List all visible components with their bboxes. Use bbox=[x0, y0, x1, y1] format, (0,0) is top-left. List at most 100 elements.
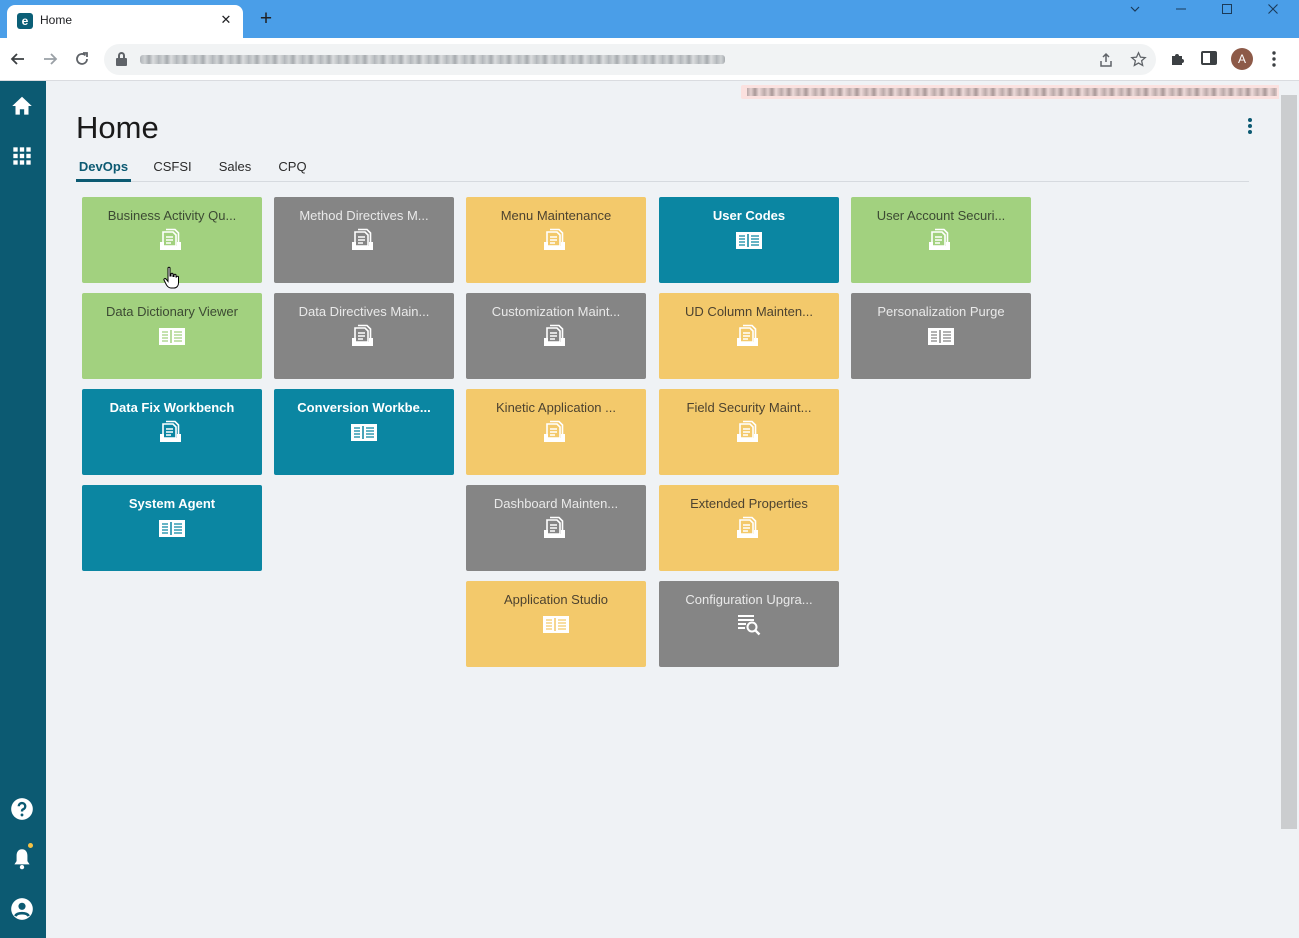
notifications-bell-icon[interactable] bbox=[9, 846, 35, 872]
book-icon bbox=[351, 424, 377, 441]
tile-dashboard-maintenance[interactable]: Dashboard Mainten... bbox=[466, 485, 646, 571]
tile-label: Business Activity Qu... bbox=[107, 208, 237, 223]
tile-extended-properties[interactable]: Extended Properties bbox=[659, 485, 839, 571]
lock-icon[interactable] bbox=[116, 52, 127, 66]
tile-data-directives-maintenance[interactable]: Data Directives Main... bbox=[274, 293, 454, 379]
documents-icon bbox=[352, 324, 373, 346]
browser-tab-title: Home bbox=[40, 13, 73, 27]
book-icon bbox=[159, 328, 185, 345]
account-icon[interactable] bbox=[9, 896, 35, 922]
tile-personalization-purge[interactable]: Personalization Purge bbox=[851, 293, 1031, 379]
side-panel-icon[interactable] bbox=[1201, 51, 1217, 65]
address-bar[interactable] bbox=[104, 44, 1156, 75]
tile-user-account-security[interactable]: User Account Securi... bbox=[851, 197, 1031, 283]
browser-titlebar: e Home ✕ + bbox=[0, 0, 1299, 38]
tile-system-agent[interactable]: System Agent bbox=[82, 485, 262, 571]
tile-configuration-upgrade[interactable]: Configuration Upgra... bbox=[659, 581, 839, 667]
documents-icon bbox=[349, 228, 379, 252]
book-icon bbox=[928, 328, 954, 345]
tile-menu-maintenance[interactable]: Menu Maintenance bbox=[466, 197, 646, 283]
documents-icon bbox=[737, 516, 758, 538]
extensions-puzzle-icon[interactable] bbox=[1168, 49, 1188, 69]
window-maximize-button[interactable] bbox=[1204, 0, 1250, 22]
tile-ud-column-maintenance[interactable]: UD Column Mainten... bbox=[659, 293, 839, 379]
book-icon bbox=[157, 324, 187, 348]
tile-label: Customization Maint... bbox=[491, 304, 621, 319]
profile-avatar[interactable]: A bbox=[1231, 48, 1253, 70]
tile-application-studio[interactable]: Application Studio bbox=[466, 581, 646, 667]
tile-label: Conversion Workbe... bbox=[297, 400, 431, 415]
tab-search-chevron-icon[interactable] bbox=[1112, 0, 1158, 22]
documents-icon bbox=[544, 516, 565, 538]
tile-label: Dashboard Mainten... bbox=[493, 496, 619, 511]
book-icon bbox=[349, 420, 379, 444]
tile-label: Data Directives Main... bbox=[298, 304, 430, 319]
tab-cpq[interactable]: CPQ bbox=[276, 159, 309, 182]
list-search-icon bbox=[734, 612, 764, 636]
documents-icon bbox=[352, 228, 373, 250]
url-text-redacted bbox=[140, 55, 725, 64]
tile-label: Configuration Upgra... bbox=[685, 592, 813, 607]
tile-conversion-workbench[interactable]: Conversion Workbe... bbox=[274, 389, 454, 475]
browser-tab[interactable]: e Home ✕ bbox=[7, 5, 243, 38]
app-favicon-icon: e bbox=[17, 13, 33, 29]
browser-menu-icon[interactable] bbox=[1264, 47, 1284, 71]
tile-customization-maintenance[interactable]: Customization Maint... bbox=[466, 293, 646, 379]
book-icon bbox=[734, 228, 764, 252]
book-icon bbox=[157, 516, 187, 540]
browser-toolbar: A bbox=[0, 38, 1299, 81]
book-icon bbox=[926, 324, 956, 348]
documents-icon bbox=[926, 228, 956, 252]
tab-close-icon[interactable]: ✕ bbox=[217, 11, 235, 29]
help-icon[interactable] bbox=[9, 796, 35, 822]
tile-label: Method Directives M... bbox=[299, 208, 429, 223]
tile-data-fix-workbench[interactable]: Data Fix Workbench bbox=[82, 389, 262, 475]
tile-label: Data Fix Workbench bbox=[109, 400, 235, 415]
back-arrow-icon[interactable] bbox=[6, 47, 30, 71]
list-search-icon bbox=[738, 615, 761, 636]
documents-icon bbox=[160, 420, 181, 442]
tile-method-directives-maintenance[interactable]: Method Directives M... bbox=[274, 197, 454, 283]
documents-icon bbox=[157, 420, 187, 444]
tile-label: Kinetic Application ... bbox=[496, 400, 616, 415]
tile-label: Extended Properties bbox=[690, 496, 808, 511]
tile-label: User Codes bbox=[712, 208, 786, 223]
tile-kinetic-application[interactable]: Kinetic Application ... bbox=[466, 389, 646, 475]
notice-banner-redacted bbox=[741, 85, 1283, 99]
scrollbar-thumb[interactable] bbox=[1281, 95, 1297, 829]
documents-icon bbox=[734, 516, 764, 540]
window-close-button[interactable] bbox=[1250, 0, 1296, 22]
tab-devops[interactable]: DevOps bbox=[76, 159, 131, 182]
documents-icon bbox=[737, 420, 758, 442]
documents-icon bbox=[541, 516, 571, 540]
tile-field-security-maintenance[interactable]: Field Security Maint... bbox=[659, 389, 839, 475]
documents-icon bbox=[160, 228, 181, 250]
reload-icon[interactable] bbox=[70, 47, 94, 71]
app-sidebar bbox=[0, 81, 46, 938]
share-icon[interactable] bbox=[1096, 50, 1116, 70]
new-tab-button[interactable]: + bbox=[256, 8, 276, 29]
documents-icon bbox=[349, 324, 379, 348]
tile-label: System Agent bbox=[128, 496, 216, 511]
tile-label: Field Security Maint... bbox=[686, 400, 812, 415]
tab-csfsi[interactable]: CSFSI bbox=[151, 159, 194, 182]
more-options-icon[interactable] bbox=[1242, 115, 1258, 137]
home-icon[interactable] bbox=[9, 93, 35, 119]
book-icon bbox=[159, 520, 185, 537]
tile-label: Menu Maintenance bbox=[500, 208, 612, 223]
tile-label: Application Studio bbox=[503, 592, 609, 607]
main-content: Home DevOps CSFSI Sales CPQ Business Act… bbox=[46, 81, 1299, 938]
tile-data-dictionary-viewer[interactable]: Data Dictionary Viewer bbox=[82, 293, 262, 379]
notification-dot bbox=[28, 843, 33, 848]
documents-icon bbox=[929, 228, 950, 250]
book-icon bbox=[543, 616, 569, 633]
forward-arrow-icon[interactable] bbox=[38, 47, 62, 71]
window-minimize-button[interactable] bbox=[1158, 0, 1204, 22]
book-icon bbox=[736, 232, 762, 249]
bookmark-star-icon[interactable] bbox=[1128, 49, 1148, 69]
tab-sales[interactable]: Sales bbox=[215, 159, 255, 182]
vertical-scrollbar[interactable] bbox=[1279, 81, 1299, 938]
apps-grid-icon[interactable] bbox=[9, 143, 35, 169]
page-tab-bar: DevOps CSFSI Sales CPQ bbox=[76, 156, 1249, 182]
tile-user-codes[interactable]: User Codes bbox=[659, 197, 839, 283]
